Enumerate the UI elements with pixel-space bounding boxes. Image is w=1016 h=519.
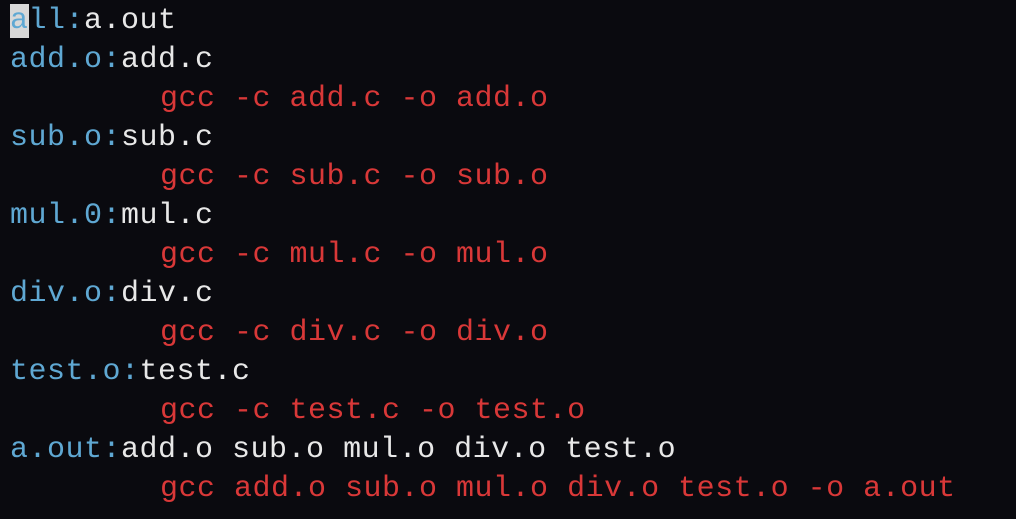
dependency: add.o sub.o mul.o div.o test.o: [121, 433, 676, 467]
command-line: gcc -c sub.c -o sub.o: [10, 158, 1006, 197]
command: gcc -c div.c -o div.o: [160, 316, 549, 350]
rule-line: div.o:div.c: [10, 275, 1006, 314]
dependency: add.c: [121, 43, 214, 77]
dependency: sub.c: [121, 121, 214, 155]
target: a.out:: [10, 433, 121, 467]
command-line: gcc -c test.c -o test.o: [10, 392, 1006, 431]
rule-line: sub.o:sub.c: [10, 119, 1006, 158]
rule-line: all:a.out: [10, 2, 1006, 41]
makefile-editor[interactable]: all:a.out add.o:add.c gcc -c add.c -o ad…: [10, 2, 1006, 509]
dependency: div.c: [121, 277, 214, 311]
target: test.o:: [10, 355, 140, 389]
rule-line: mul.0:mul.c: [10, 197, 1006, 236]
dependency: a.out: [84, 4, 177, 38]
cursor: a: [10, 4, 29, 38]
dependency: mul.c: [121, 199, 214, 233]
target: sub.o:: [10, 121, 121, 155]
command: gcc -c add.c -o add.o: [160, 82, 549, 116]
target: mul.0:: [10, 199, 121, 233]
command-line: gcc -c mul.c -o mul.o: [10, 236, 1006, 275]
rule-line: a.out:add.o sub.o mul.o div.o test.o: [10, 431, 1006, 470]
target: ll:: [29, 4, 85, 38]
command: gcc -c mul.c -o mul.o: [160, 238, 549, 272]
target: div.o:: [10, 277, 121, 311]
command: gcc add.o sub.o mul.o div.o test.o -o a.…: [160, 472, 956, 506]
rule-line: add.o:add.c: [10, 41, 1006, 80]
rule-line: test.o:test.c: [10, 353, 1006, 392]
dependency: test.c: [140, 355, 251, 389]
command-line: gcc -c add.c -o add.o: [10, 80, 1006, 119]
command-line: gcc -c div.c -o div.o: [10, 314, 1006, 353]
target: add.o:: [10, 43, 121, 77]
command-line: gcc add.o sub.o mul.o div.o test.o -o a.…: [10, 470, 1006, 509]
command: gcc -c sub.c -o sub.o: [160, 160, 549, 194]
command: gcc -c test.c -o test.o: [160, 394, 586, 428]
